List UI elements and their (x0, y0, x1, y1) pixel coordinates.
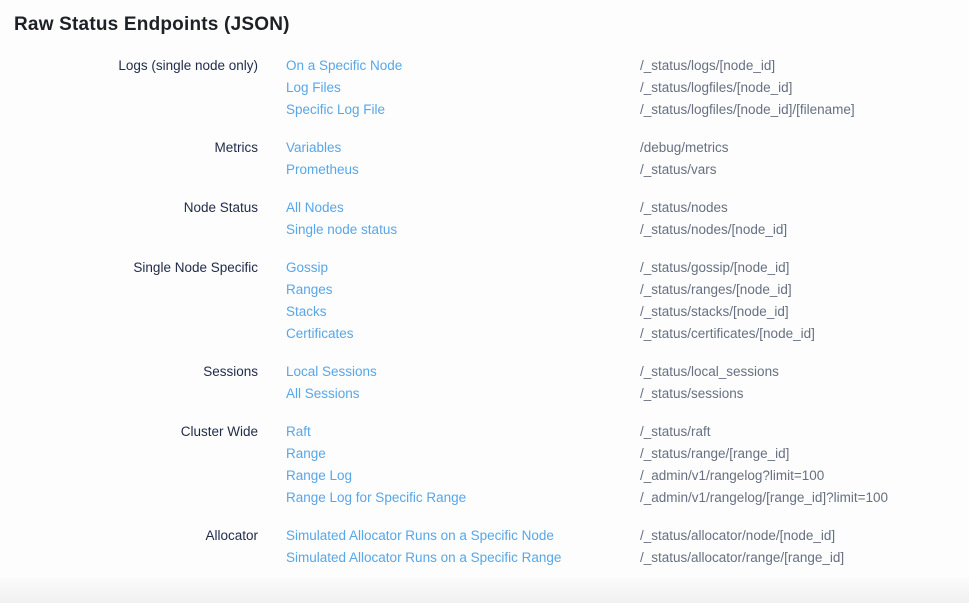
endpoint-path: /debug/metrics (640, 137, 729, 159)
endpoint-path: /_status/nodes/[node_id] (640, 219, 787, 241)
category-label: Node Status (0, 197, 258, 241)
endpoint-row: Specific Log File /_status/logfiles/[nod… (286, 99, 855, 121)
endpoint-link[interactable]: Certificates (286, 323, 640, 345)
endpoint-rows: Raft /_status/raft Range /_status/range/… (286, 421, 888, 509)
endpoint-row: Ranges /_status/ranges/[node_id] (286, 279, 815, 301)
endpoint-path: /_status/gossip/[node_id] (640, 257, 789, 279)
endpoint-path: /_status/local_sessions (640, 361, 779, 383)
endpoint-section: Allocator Simulated Allocator Runs on a … (0, 525, 969, 569)
endpoint-row: Certificates /_status/certificates/[node… (286, 323, 815, 345)
endpoint-rows: Gossip /_status/gossip/[node_id] Ranges … (286, 257, 815, 345)
endpoint-path: /_status/logfiles/[node_id]/[filename] (640, 99, 855, 121)
endpoint-link[interactable]: Simulated Allocator Runs on a Specific R… (286, 547, 640, 569)
endpoint-row: All Sessions /_status/sessions (286, 383, 779, 405)
endpoint-row: Range /_status/range/[range_id] (286, 443, 888, 465)
endpoint-row: Range Log for Specific Range /_admin/v1/… (286, 487, 888, 509)
endpoint-rows: On a Specific Node /_status/logs/[node_i… (286, 55, 855, 121)
endpoint-rows: Local Sessions /_status/local_sessions A… (286, 361, 779, 405)
endpoint-row: Prometheus /_status/vars (286, 159, 729, 181)
endpoint-path: /_status/logs/[node_id] (640, 55, 775, 77)
endpoint-link[interactable]: Local Sessions (286, 361, 640, 383)
endpoint-link[interactable]: Raft (286, 421, 640, 443)
endpoint-row: Range Log /_admin/v1/rangelog?limit=100 (286, 465, 888, 487)
endpoint-link[interactable]: Variables (286, 137, 640, 159)
endpoint-rows: Variables /debug/metrics Prometheus /_st… (286, 137, 729, 181)
endpoint-link[interactable]: Simulated Allocator Runs on a Specific N… (286, 525, 640, 547)
endpoint-rows: All Nodes /_status/nodes Single node sta… (286, 197, 787, 241)
endpoint-row: All Nodes /_status/nodes (286, 197, 787, 219)
endpoint-section: Cluster Wide Raft /_status/raft Range /_… (0, 421, 969, 509)
endpoint-link[interactable]: Prometheus (286, 159, 640, 181)
footer-strip (0, 578, 969, 603)
endpoint-section: Metrics Variables /debug/metrics Prometh… (0, 137, 969, 181)
endpoint-path: /_status/raft (640, 421, 711, 443)
endpoint-path: /_status/allocator/node/[node_id] (640, 525, 835, 547)
endpoint-link[interactable]: On a Specific Node (286, 55, 640, 77)
endpoint-path: /_status/vars (640, 159, 717, 181)
endpoint-row: Simulated Allocator Runs on a Specific N… (286, 525, 844, 547)
endpoint-link[interactable]: Single node status (286, 219, 640, 241)
endpoint-path: /_status/range/[range_id] (640, 443, 789, 465)
endpoint-link[interactable]: Stacks (286, 301, 640, 323)
endpoint-link[interactable]: Specific Log File (286, 99, 640, 121)
endpoint-path: /_admin/v1/rangelog/[range_id]?limit=100 (640, 487, 888, 509)
page-title: Raw Status Endpoints (JSON) (0, 0, 969, 36)
endpoint-path: /_status/stacks/[node_id] (640, 301, 789, 323)
endpoint-sections: Logs (single node only) On a Specific No… (0, 55, 969, 569)
endpoint-row: Log Files /_status/logfiles/[node_id] (286, 77, 855, 99)
endpoint-link[interactable]: Log Files (286, 77, 640, 99)
endpoint-section: Node Status All Nodes /_status/nodes Sin… (0, 197, 969, 241)
category-label: Cluster Wide (0, 421, 258, 509)
endpoint-row: Stacks /_status/stacks/[node_id] (286, 301, 815, 323)
endpoint-row: Simulated Allocator Runs on a Specific R… (286, 547, 844, 569)
category-label: Sessions (0, 361, 258, 405)
endpoint-section: Single Node Specific Gossip /_status/gos… (0, 257, 969, 345)
category-label: Allocator (0, 525, 258, 569)
endpoint-link[interactable]: Range Log for Specific Range (286, 487, 640, 509)
endpoint-row: Gossip /_status/gossip/[node_id] (286, 257, 815, 279)
endpoint-rows: Simulated Allocator Runs on a Specific N… (286, 525, 844, 569)
endpoint-link[interactable]: All Sessions (286, 383, 640, 405)
category-label: Metrics (0, 137, 258, 181)
endpoint-path: /_status/sessions (640, 383, 744, 405)
endpoint-path: /_admin/v1/rangelog?limit=100 (640, 465, 824, 487)
endpoint-path: /_status/nodes (640, 197, 728, 219)
endpoint-row: On a Specific Node /_status/logs/[node_i… (286, 55, 855, 77)
category-label: Single Node Specific (0, 257, 258, 345)
endpoint-path: /_status/ranges/[node_id] (640, 279, 792, 301)
endpoint-link[interactable]: Gossip (286, 257, 640, 279)
endpoint-row: Single node status /_status/nodes/[node_… (286, 219, 787, 241)
endpoint-path: /_status/certificates/[node_id] (640, 323, 815, 345)
endpoint-row: Local Sessions /_status/local_sessions (286, 361, 779, 383)
endpoint-row: Variables /debug/metrics (286, 137, 729, 159)
category-label: Logs (single node only) (0, 55, 258, 121)
endpoint-path: /_status/allocator/range/[range_id] (640, 547, 844, 569)
endpoint-link[interactable]: Range (286, 443, 640, 465)
endpoint-link[interactable]: Ranges (286, 279, 640, 301)
endpoint-link[interactable]: All Nodes (286, 197, 640, 219)
raw-status-endpoints-page: Raw Status Endpoints (JSON) Logs (single… (0, 0, 969, 603)
endpoint-path: /_status/logfiles/[node_id] (640, 77, 792, 99)
endpoint-link[interactable]: Range Log (286, 465, 640, 487)
endpoint-section: Sessions Local Sessions /_status/local_s… (0, 361, 969, 405)
endpoint-section: Logs (single node only) On a Specific No… (0, 55, 969, 121)
endpoint-row: Raft /_status/raft (286, 421, 888, 443)
